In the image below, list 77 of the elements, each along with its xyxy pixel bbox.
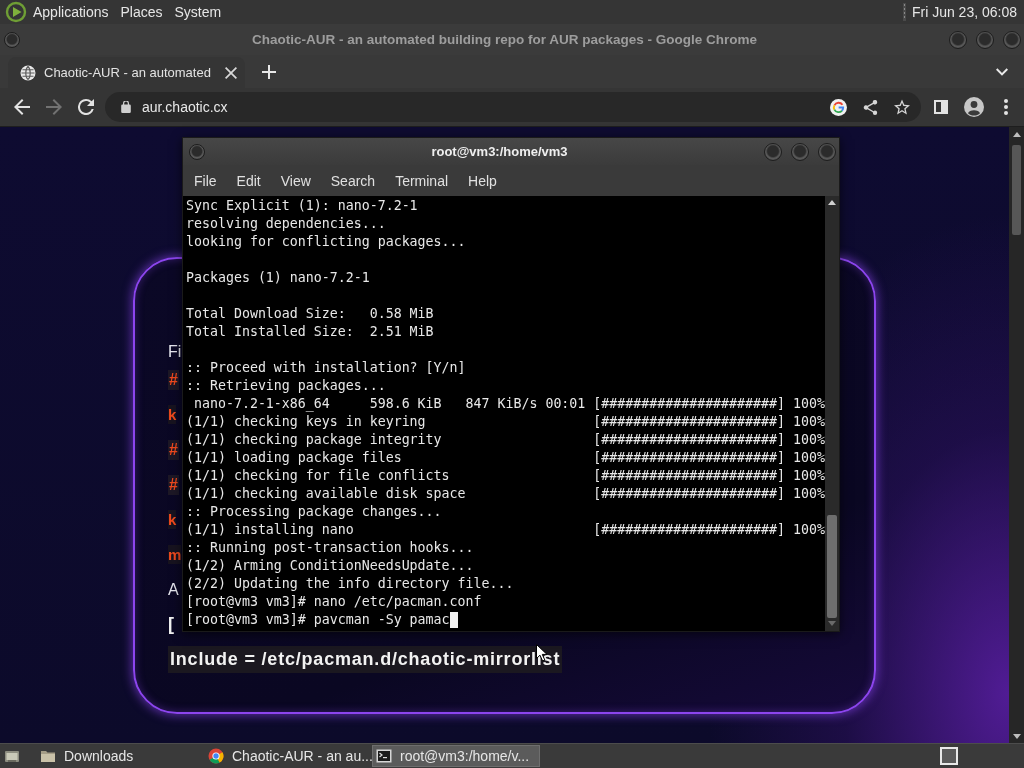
play-circle-icon[interactable] [5, 1, 27, 23]
window-menu-button[interactable] [4, 31, 20, 48]
chevron-down-icon[interactable] [996, 68, 1008, 76]
terminal-line: nano-7.2-1-x86_64 598.6 KiB 847 KiB/s 00:01 [######################] 100% [193, 395, 825, 413]
lock-icon[interactable] [121, 101, 131, 113]
scrollbar-thumb[interactable] [827, 515, 837, 618]
scrollbar-thumb[interactable] [1012, 145, 1021, 235]
terminal-line: Sync Explicit (1): nano-7.2-1 [186, 197, 419, 215]
address-bar[interactable]: aur.chaotic.cx [105, 92, 921, 122]
code-comment: # [168, 474, 179, 495]
terminal-line: (1/2) Arming ConditionNeedsUpdate... [186, 557, 475, 575]
menu-item[interactable]: Search [320, 168, 386, 193]
taskbar-button[interactable]: root@vm3:/home/v... [372, 745, 540, 767]
terminal-line: :: Proceed with installation? [Y/n] [186, 359, 467, 377]
scrollbar[interactable] [825, 196, 839, 631]
window-title: Chaotic-AUR - an automated building repo for AUR packages - Google Chrome [250, 32, 758, 47]
avatar-icon[interactable] [964, 97, 984, 117]
terminal-line: (1/1) loading package files [######################] 100% [186, 449, 825, 467]
paragraph-text: A [168, 580, 179, 599]
terminal-line: (1/1) checking package integrity [######################] 100% [186, 431, 825, 449]
colored-g-icon[interactable] [830, 98, 847, 116]
close-icon[interactable] [225, 66, 237, 79]
panel-menu[interactable]: System [168, 2, 228, 22]
terminal-line: Total Download Size: 0.58 MiB [186, 305, 435, 323]
terminal-line: looking for conflicting packages... [186, 233, 467, 251]
window-menu-button[interactable] [189, 143, 205, 160]
taskbar-button[interactable]: Downloads [36, 745, 204, 767]
menu-item[interactable]: File [184, 168, 227, 193]
terminal-line: [root@vm3 vm3]# pavcman -Sy pamac [186, 611, 450, 629]
back-arrow-icon[interactable] [14, 99, 30, 115]
terminal-icon [376, 748, 392, 764]
menu-item[interactable]: Help [458, 168, 507, 193]
terminal-line: :: Running post-transaction hooks... [186, 539, 475, 557]
code-comment: # [168, 439, 179, 460]
menu-item[interactable]: Terminal [385, 168, 459, 193]
show-desktop-icon[interactable] [4, 748, 20, 764]
taskbar-button[interactable]: Chaotic-AUR - an au... [204, 745, 372, 767]
terminal-line: (1/1) checking available disk space [######################] 100% [186, 485, 825, 503]
terminal-line: (1/1) checking for file conflicts [######################] 100% [186, 467, 825, 485]
grip-handle-icon[interactable] [902, 3, 906, 21]
terminal-line: Total Installed Size: 2.51 MiB [186, 323, 435, 341]
browser-icon [208, 748, 224, 764]
paragraph-text: Fi [168, 343, 182, 361]
terminal-line: Packages (1) nano-7.2-1 [186, 269, 371, 287]
code-keyword: m [168, 545, 182, 564]
reload-icon[interactable] [78, 99, 94, 115]
workspace-icon[interactable] [940, 747, 958, 765]
panel-menu[interactable]: Applications [27, 2, 115, 22]
code-comment: # [168, 369, 179, 390]
terminal-line: (1/1) checking keys in keyring [######################] 100% [186, 413, 825, 431]
terminal-line: :: Retrieving packages... [186, 377, 387, 395]
clock-text[interactable]: Fri Jun 23, 06:08 [911, 3, 1017, 21]
terminal-line: resolving dependencies... [186, 215, 387, 233]
menu-icon[interactable] [1004, 99, 1008, 115]
scroll-up-icon[interactable] [828, 200, 836, 205]
browser-tab[interactable]: Chaotic-AUR - an automated [8, 57, 245, 88]
terminal-line: (2/2) Updating the info directory file... [186, 575, 515, 593]
code-keyword: k [168, 510, 177, 529]
scroll-down-icon[interactable] [1012, 734, 1021, 739]
share-icon[interactable] [863, 99, 878, 115]
star-icon[interactable] [894, 99, 910, 115]
scrollbar[interactable] [1009, 127, 1024, 743]
window-title: root@vm3:/home/vm3 [430, 144, 569, 159]
menu-item[interactable]: Edit [226, 168, 271, 193]
text-cursor-icon [449, 612, 458, 628]
terminal-line: (1/1) installing nano [######################] 100% [186, 521, 825, 539]
plus-icon[interactable] [262, 65, 276, 79]
code-keyword: k [168, 405, 177, 424]
terminal-line: [root@vm3 vm3]# nano /etc/pacman.conf [186, 593, 483, 611]
scroll-up-icon[interactable] [1012, 132, 1021, 137]
menu-item[interactable]: View [270, 168, 321, 193]
terminal-line: :: Processing package changes... [186, 503, 443, 521]
folder-icon [40, 748, 56, 764]
section-text: [ [168, 614, 174, 635]
sidebar-icon[interactable] [934, 100, 948, 114]
globe-icon [20, 64, 36, 81]
panel-menu[interactable]: Places [114, 2, 169, 22]
